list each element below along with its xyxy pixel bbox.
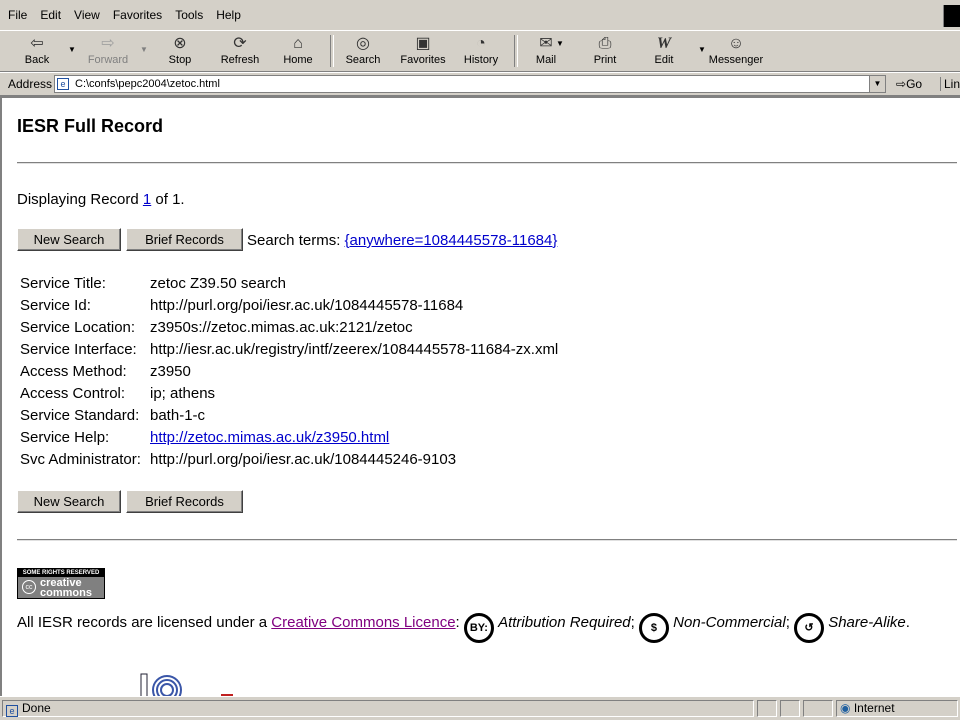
page-done-icon: e: [6, 705, 18, 717]
address-bar: Address e C:\confs\pepc2004\zetoc.html ▼…: [0, 72, 960, 96]
attribution-icon: BY:: [463, 613, 494, 643]
page-title: IESR Full Record: [17, 116, 164, 136]
toolbar-separator: [514, 35, 518, 67]
table-row: Service Location: z3950s://zetoc.mimas.ac…: [20, 318, 413, 336]
menu-favorites[interactable]: Favorites: [113, 8, 162, 22]
menu-view[interactable]: View: [74, 8, 100, 22]
divider: [17, 162, 957, 164]
creative-commons-badge[interactable]: SOME RIGHTS RESERVED cc creative commons: [17, 568, 105, 599]
back-dropdown-icon[interactable]: ▼: [68, 45, 76, 54]
licence-link[interactable]: Creative Commons Licence: [271, 614, 455, 631]
page-icon: e: [57, 78, 69, 90]
record-table: Service Title: zetoc Z39.50 search Servic…: [17, 272, 561, 470]
search-terms: Search terms: {anywhere=1084445578-11684…: [247, 232, 558, 249]
status-text: e Done: [2, 700, 754, 717]
home-button[interactable]: ⌂ Home: [278, 34, 318, 70]
menu-file[interactable]: File: [8, 8, 27, 22]
menu-bar: File Edit View Favorites Tools Help: [0, 0, 960, 30]
favorites-icon: ▣: [415, 35, 431, 52]
sharealike-icon: ↺: [794, 613, 825, 643]
address-dropdown-icon[interactable]: ▼: [869, 76, 885, 92]
edit-button[interactable]: W Edit: [646, 34, 682, 70]
go-button[interactable]: ⇨Go: [896, 77, 922, 91]
stop-button[interactable]: ⊗ Stop: [160, 34, 200, 70]
partner-logo-icon: [137, 672, 237, 696]
brief-records-button-bottom[interactable]: Brief Records: [126, 490, 243, 513]
security-zone: ◉ Internet: [836, 700, 958, 717]
record-counter: Displaying Record 1 of 1.: [17, 191, 185, 208]
service-help-link[interactable]: http://zetoc.mimas.ac.uk/z3950.html: [150, 429, 389, 446]
table-row: Service Interface: http://iesr.ac.uk/regi…: [20, 340, 559, 358]
search-icon: ◎: [356, 35, 370, 52]
go-arrow-icon: ⇨: [896, 77, 907, 91]
new-search-button-bottom[interactable]: New Search: [17, 490, 121, 513]
address-input[interactable]: e C:\confs\pepc2004\zetoc.html ▼: [54, 75, 886, 93]
table-row: Service Title: zetoc Z39.50 search: [20, 274, 286, 292]
toolbar: ⇦ Back ▼ ⇨ Forward ▼ ⊗ Stop ⟳ Refresh ⌂ …: [0, 30, 960, 72]
print-button[interactable]: ⎙ Print: [586, 34, 624, 70]
menu-tools[interactable]: Tools: [175, 8, 203, 22]
forward-button[interactable]: ⇨ Forward: [84, 34, 132, 70]
history-icon: ◔: [476, 35, 486, 52]
licence-statement: All IESR records are licensed under a Cr…: [17, 613, 942, 643]
forward-arrow-icon: ⇨: [101, 35, 115, 52]
table-row: Access Control: ip; athens: [20, 384, 216, 402]
search-terms-link[interactable]: {anywhere=1084445578-11684}: [345, 232, 558, 249]
status-pane: [803, 700, 833, 717]
search-button[interactable]: ◎ Search: [342, 34, 384, 70]
print-icon: ⎙: [598, 35, 612, 52]
edit-icon: W: [656, 35, 672, 52]
favorites-button[interactable]: ▣ Favorites: [398, 34, 448, 70]
mail-dropdown-icon[interactable]: ▼: [556, 39, 564, 48]
globe-icon: ◉: [840, 701, 851, 715]
windows-logo-icon: [943, 5, 960, 27]
stop-icon: ⊗: [173, 35, 187, 52]
edit-dropdown-icon[interactable]: ▼: [698, 45, 706, 54]
messenger-icon: ☺: [727, 35, 745, 52]
address-label: Address: [8, 77, 53, 91]
table-row: Access Method: z3950: [20, 362, 191, 380]
status-pane: [757, 700, 777, 717]
forward-dropdown-icon[interactable]: ▼: [140, 45, 148, 54]
divider: [17, 539, 957, 541]
refresh-button[interactable]: ⟳ Refresh: [214, 34, 266, 70]
menu-edit[interactable]: Edit: [40, 8, 61, 22]
refresh-icon: ⟳: [233, 35, 247, 52]
table-row: Service Help: http://zetoc.mimas.ac.uk/z3…: [20, 428, 390, 446]
noncommercial-icon: $: [638, 613, 669, 643]
links-button[interactable]: Links: [940, 77, 960, 91]
home-icon: ⌂: [293, 35, 303, 52]
table-row: Service Standard: bath-1-c: [20, 406, 206, 424]
toolbar-separator: [330, 35, 334, 67]
brief-records-button[interactable]: Brief Records: [126, 228, 243, 251]
cc-icon: cc: [22, 580, 36, 594]
messenger-button[interactable]: ☺ Messenger: [708, 34, 764, 70]
back-button[interactable]: ⇦ Back: [16, 34, 58, 70]
history-button[interactable]: ◔ History: [460, 34, 502, 70]
page-viewport: IESR Full Record Displaying Record 1 of …: [0, 96, 960, 696]
status-bar: e Done ◉ Internet: [0, 696, 960, 720]
table-row: Svc Administrator: http://purl.org/poi/ie…: [20, 450, 457, 468]
back-arrow-icon: ⇦: [30, 35, 44, 52]
new-search-button[interactable]: New Search: [17, 228, 121, 251]
menu-help[interactable]: Help: [216, 8, 241, 22]
table-row: Service Id: http://purl.org/poi/iesr.ac.u…: [20, 296, 464, 314]
status-pane: [780, 700, 800, 717]
record-number-link[interactable]: 1: [143, 191, 151, 208]
address-url[interactable]: C:\confs\pepc2004\zetoc.html: [75, 76, 220, 92]
